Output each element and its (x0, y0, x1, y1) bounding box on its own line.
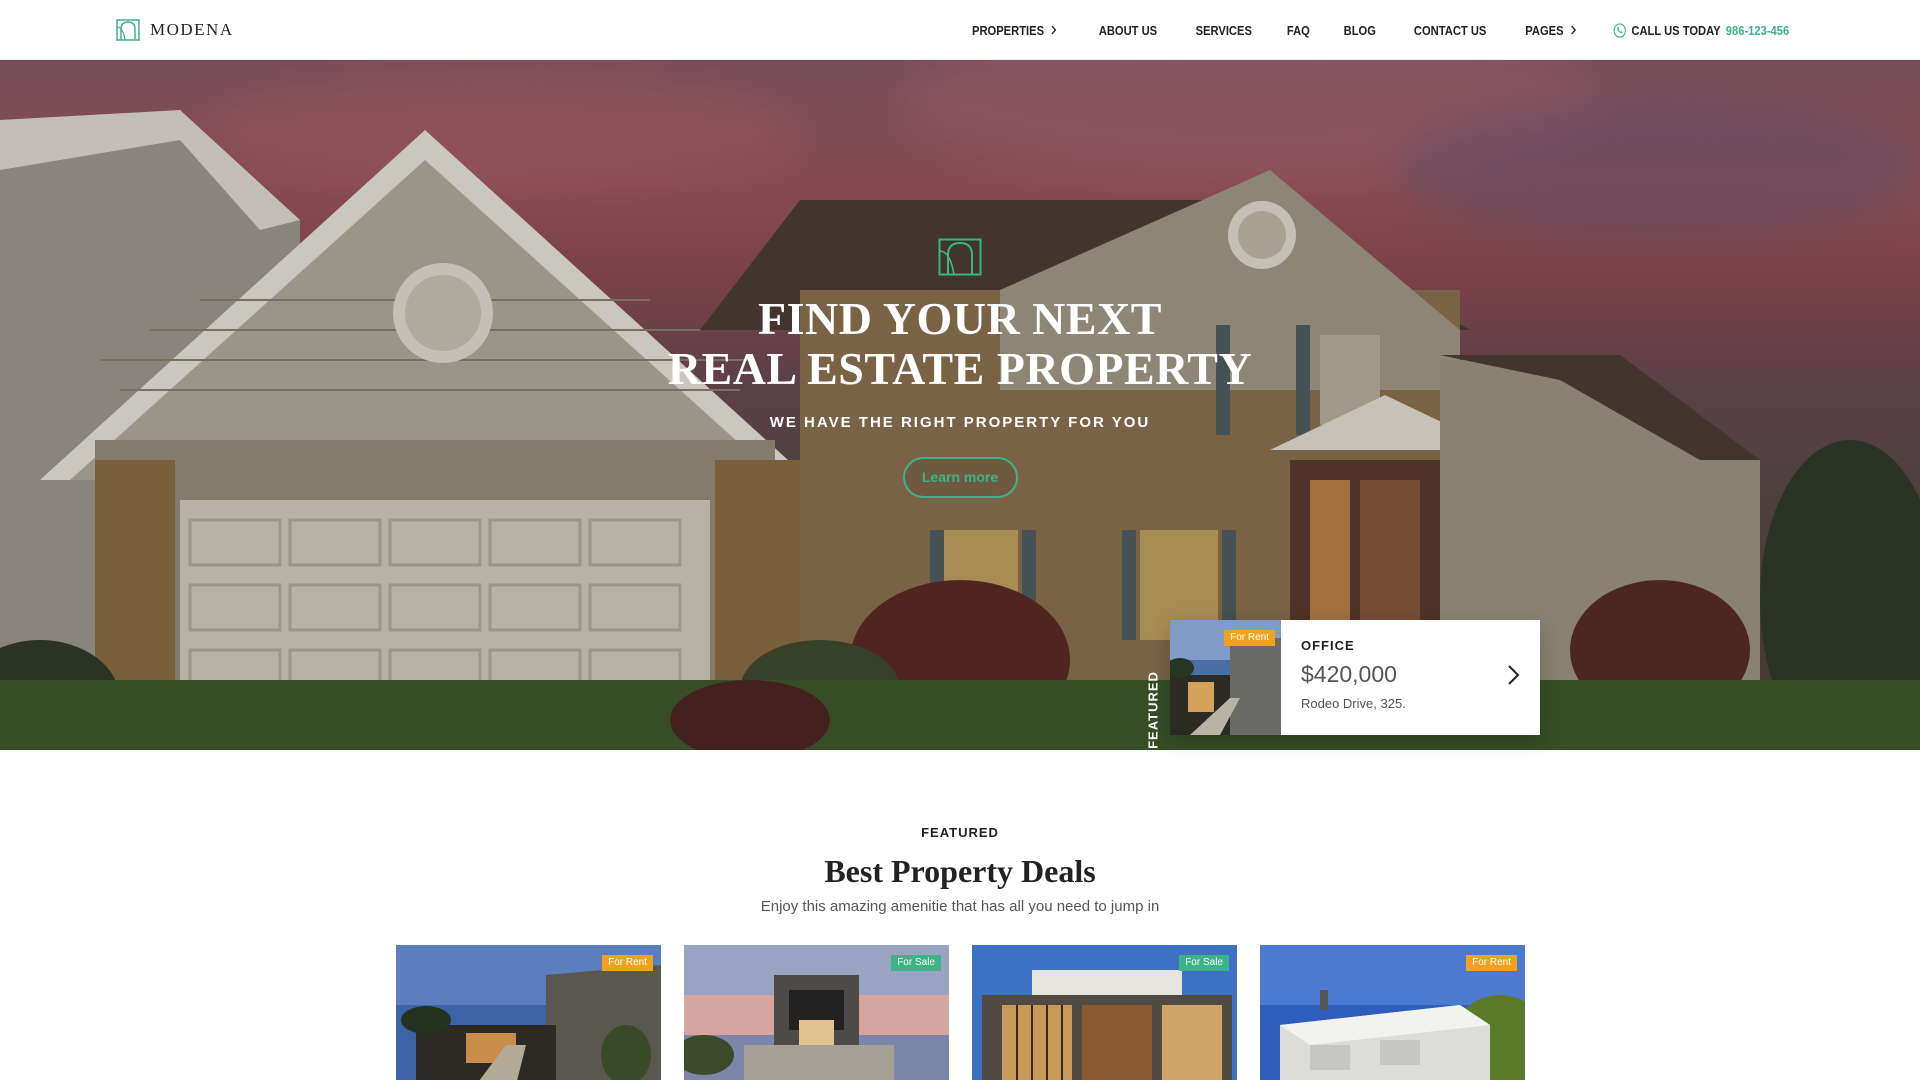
property-card[interactable]: For Rent (1260, 945, 1525, 1080)
status-badge: For Sale (891, 955, 941, 971)
status-badge: For Rent (1224, 630, 1275, 646)
best-deals-section-header: FEATURED Best Property Deals Enjoy this … (0, 825, 1920, 915)
chevron-right-icon (1051, 25, 1057, 35)
property-card[interactable]: For Sale (684, 945, 949, 1080)
nav-item-label: SERVICES (1195, 22, 1252, 38)
section-eyebrow: FEATURED (921, 825, 999, 840)
learn-more-button[interactable]: Learn more (902, 457, 1018, 498)
property-card[interactable]: For Sale (972, 945, 1237, 1080)
property-address: Rodeo Drive, 325. (1301, 696, 1406, 711)
featured-property-info: OFFICE $420,000 Rodeo Drive, 325. (1281, 620, 1540, 735)
featured-side-label: FEATURED (1139, 655, 1167, 750)
status-badge: For Rent (602, 955, 653, 971)
nav-item-services[interactable]: SERVICES (1195, 23, 1251, 38)
phone-icon (1614, 22, 1627, 38)
nav-item-label: ABOUT US (1098, 22, 1158, 38)
hero-content: FIND YOUR NEXT REAL ESTATE PROPERTY WE H… (0, 238, 1920, 498)
hero-subtitle: WE HAVE THE RIGHT PROPERTY FOR YOU (769, 414, 1151, 431)
nav-item-label: FAQ (1287, 22, 1311, 38)
nav-item-blog[interactable]: BLOG (1344, 23, 1376, 38)
nav-item-about-us[interactable]: ABOUT US (1099, 23, 1157, 38)
nav-item-contact-us[interactable]: CONTACT US (1414, 23, 1486, 38)
nav-item-label: PAGES (1525, 22, 1564, 38)
status-badge: For Sale (1179, 955, 1229, 971)
nav-item-label: BLOG (1343, 22, 1377, 38)
phone-number[interactable]: 986-123-456 (1726, 23, 1789, 38)
hero-title-line: REAL ESTATE PROPERTY (667, 343, 1253, 394)
navbar: MODENA PROPERTIES ABOUT US SERVICES FAQ … (0, 0, 1920, 60)
main-nav: PROPERTIES ABOUT US SERVICES FAQ BLOG CO… (965, 0, 1804, 60)
arch-logo-icon (116, 19, 140, 41)
brand-logo[interactable]: MODENA (116, 19, 234, 41)
property-type: OFFICE (1301, 638, 1355, 653)
chevron-right-icon[interactable] (1502, 664, 1524, 686)
nav-item-properties[interactable]: PROPERTIES (972, 23, 1058, 38)
brand-name: MODENA (150, 20, 234, 39)
featured-property-card[interactable]: For Rent OFFICE $420,000 Rodeo Drive, 32… (1170, 620, 1540, 735)
hero-title-line: FIND YOUR NEXT (758, 293, 1162, 344)
hero-title: FIND YOUR NEXT REAL ESTATE PROPERTY (0, 294, 1920, 394)
featured-property-image: For Rent (1170, 620, 1281, 735)
chevron-right-icon (1570, 25, 1576, 35)
section-title: Best Property Deals (824, 853, 1096, 889)
arch-logo-icon (938, 238, 982, 276)
property-price: $420,000 (1301, 661, 1397, 687)
property-card-list: For Rent For Sale For Sale For Rent (396, 945, 1525, 1080)
nav-item-pages[interactable]: PAGES (1525, 23, 1577, 38)
section-subtitle: Enjoy this amazing amenitie that has all… (760, 898, 1160, 915)
call-us[interactable]: CALL US TODAY 986-123-456 (1614, 23, 1790, 38)
featured-side-label-text: FEATURED (1145, 671, 1161, 749)
call-label: CALL US TODAY (1631, 22, 1722, 38)
nav-item-label: CONTACT US (1413, 22, 1487, 38)
status-badge: For Rent (1466, 955, 1517, 971)
hero: FIND YOUR NEXT REAL ESTATE PROPERTY WE H… (0, 60, 1920, 750)
property-card[interactable]: For Rent (396, 945, 661, 1080)
nav-item-label: PROPERTIES (972, 22, 1045, 38)
nav-item-faq[interactable]: FAQ (1287, 23, 1310, 38)
